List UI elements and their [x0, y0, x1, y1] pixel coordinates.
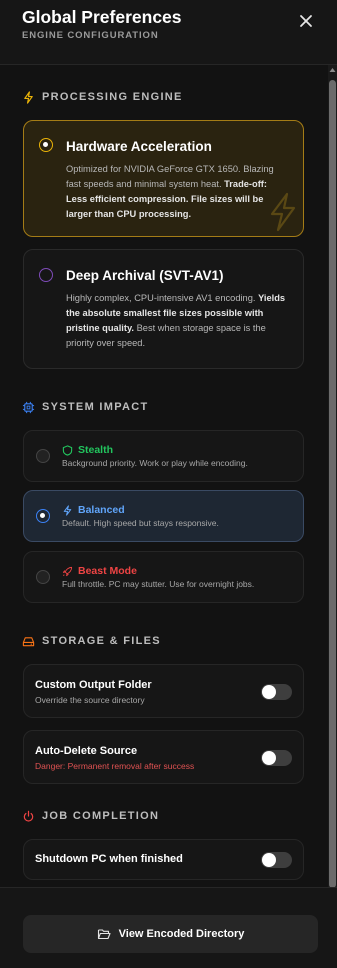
settings-scroll-area[interactable]: PROCESSING ENGINE Hardware Acceleration …	[0, 65, 337, 887]
toggle-knob	[262, 853, 276, 867]
impact-label-row: Balanced	[62, 504, 125, 516]
impact-option-stealth[interactable]: Stealth Background priority. Work or pla…	[23, 430, 304, 482]
option-label: Shutdown PC when finished	[35, 853, 183, 865]
scroll-up-arrow-icon[interactable]	[329, 67, 336, 73]
power-icon	[23, 810, 34, 822]
engine-title: Deep Archival (SVT-AV1)	[66, 268, 224, 283]
option-shutdown-pc: Shutdown PC when finished	[23, 839, 304, 880]
folder-open-icon	[97, 929, 111, 940]
shutdown-toggle[interactable]	[261, 852, 292, 868]
cpu-icon	[22, 401, 35, 413]
bolt-icon	[63, 504, 72, 516]
impact-option-balanced[interactable]: Balanced Default. High speed but stays r…	[23, 490, 304, 542]
section-system-impact: SYSTEM IMPACT	[22, 398, 149, 416]
impact-description: Default. High speed but stays responsive…	[62, 518, 219, 528]
impact-label-row: Stealth	[62, 444, 113, 456]
bolt-watermark-icon	[270, 192, 296, 232]
engine-description: Optimized for NVIDIA GeForce GTX 1650. B…	[66, 164, 274, 219]
radio-selected[interactable]	[36, 509, 50, 523]
option-label: Auto-Delete Source	[35, 745, 138, 757]
impact-description: Full throttle. PC may stutter. Use for o…	[62, 579, 255, 589]
toggle-knob	[262, 685, 276, 699]
impact-label-row: Beast Mode	[62, 565, 137, 577]
impact-label: Beast Mode	[78, 565, 137, 577]
close-icon[interactable]	[297, 12, 315, 30]
impact-option-beast[interactable]: Beast Mode Full throttle. PC may stutter…	[23, 551, 304, 603]
section-job-completion: JOB COMPLETION	[22, 807, 159, 825]
engine-option-hardware[interactable]: Hardware Acceleration Optimized for NVID…	[23, 120, 304, 237]
section-title: JOB COMPLETION	[42, 810, 160, 822]
shield-icon	[62, 444, 73, 456]
impact-label: Balanced	[78, 504, 125, 516]
engine-option-archival[interactable]: Deep Archival (SVT-AV1) Highly complex, …	[23, 249, 304, 369]
radio-unselected[interactable]	[36, 570, 50, 584]
option-label: Custom Output Folder	[35, 679, 152, 691]
option-auto-delete-source: Auto-Delete Source Danger: Permanent rem…	[23, 730, 304, 784]
radio-unselected[interactable]	[36, 449, 50, 463]
engine-description: Highly complex, CPU-intensive AV1 encodi…	[66, 293, 286, 348]
hard-drive-icon	[22, 636, 35, 646]
scrollbar-thumb[interactable]	[329, 80, 336, 888]
page-title: Global Preferences	[22, 7, 182, 27]
custom-output-toggle[interactable]	[261, 684, 292, 700]
engine-title: Hardware Acceleration	[66, 139, 212, 154]
section-processing-engine: PROCESSING ENGINE	[22, 88, 183, 106]
option-description: Override the source directory	[35, 695, 145, 705]
section-title: SYSTEM IMPACT	[42, 401, 149, 413]
section-title: PROCESSING ENGINE	[42, 91, 183, 103]
page-subtitle: ENGINE CONFIGURATION	[22, 30, 159, 41]
auto-delete-toggle[interactable]	[261, 750, 292, 766]
header: Global Preferences ENGINE CONFIGURATION	[0, 0, 337, 65]
button-label: View Encoded Directory	[118, 928, 245, 940]
view-encoded-directory-button[interactable]: View Encoded Directory	[23, 915, 318, 953]
option-danger-description: Danger: Permanent removal after success	[35, 761, 195, 771]
rocket-icon	[62, 566, 73, 576]
section-title: STORAGE & FILES	[42, 635, 161, 647]
radio-selected[interactable]	[39, 138, 53, 152]
option-custom-output-folder: Custom Output Folder Override the source…	[23, 664, 304, 718]
bolt-icon	[24, 90, 33, 104]
impact-label: Stealth	[78, 444, 114, 456]
toggle-knob	[262, 751, 276, 765]
impact-description: Background priority. Work or play while …	[62, 458, 248, 468]
section-storage-files: STORAGE & FILES	[22, 632, 161, 650]
radio-unselected[interactable]	[39, 268, 53, 282]
footer: View Encoded Directory	[0, 887, 337, 968]
